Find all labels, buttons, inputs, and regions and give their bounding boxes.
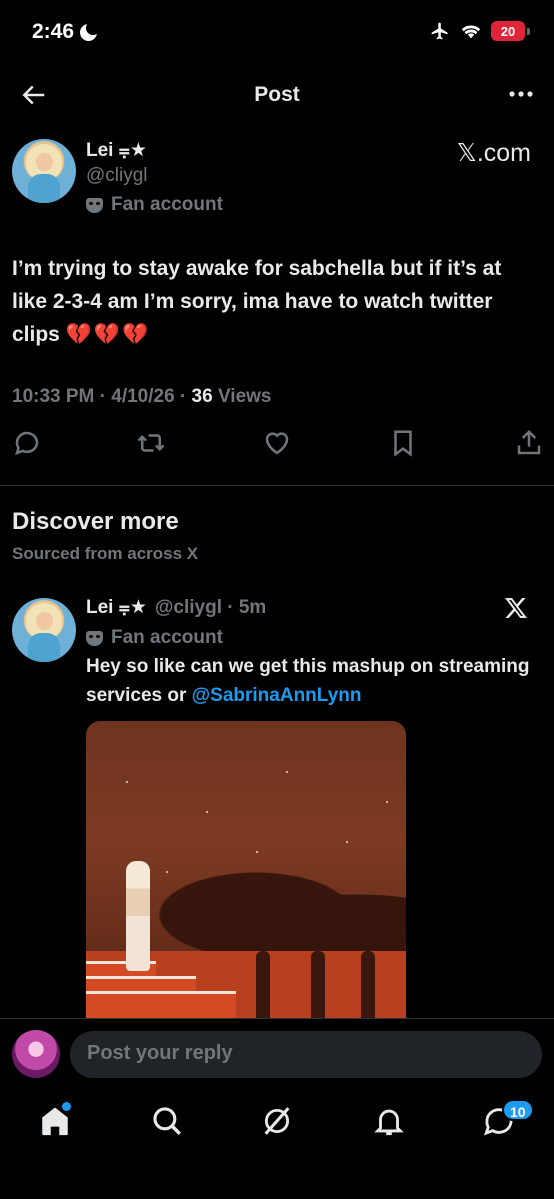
avatar-face xyxy=(36,153,53,171)
tweet2-author-line: Lei ⩦★ @cliygl · 5m xyxy=(86,596,266,619)
bookmark-icon[interactable] xyxy=(388,428,418,458)
video-performer xyxy=(126,861,150,971)
video-dancer xyxy=(256,951,270,1021)
broken-heart-emojis: 💔💔💔 xyxy=(65,323,151,346)
video-dancer xyxy=(311,951,325,1021)
sparkle xyxy=(346,841,348,843)
theater-mask-icon xyxy=(86,197,103,213)
sparkle xyxy=(206,811,208,813)
post-timestamp: 10:33 PM · 4/10/26 · xyxy=(12,386,192,407)
sparkle xyxy=(126,781,128,783)
bottom-nav: 10 xyxy=(0,1090,554,1199)
sparkle xyxy=(386,801,388,803)
tweet2-author-name[interactable]: Lei ⩦★ xyxy=(86,596,147,619)
tweet2-author-handle[interactable]: @cliygl · 5m xyxy=(155,597,266,619)
tweet2-account-label-text: Fan account xyxy=(111,627,223,648)
reply-input[interactable]: Post your reply xyxy=(70,1031,542,1078)
tweet2-account-label: Fan account xyxy=(86,627,223,649)
source-label: 𝕏.com xyxy=(456,139,531,167)
avatar-face xyxy=(36,612,53,630)
account-label: Fan account xyxy=(86,194,223,216)
repost-icon[interactable] xyxy=(136,428,166,458)
tweet2-avatar[interactable] xyxy=(12,598,76,662)
account-label-text: Fan account xyxy=(111,194,223,215)
sparkle xyxy=(286,771,288,773)
wifi-icon xyxy=(461,25,481,39)
avatar-body xyxy=(28,633,60,662)
post-text: I’m trying to stay awake for sabchella b… xyxy=(12,252,532,351)
post-header: Post xyxy=(0,64,554,124)
reply-icon[interactable] xyxy=(12,428,42,458)
status-time: 2:46 xyxy=(32,20,101,44)
page-title: Post xyxy=(254,83,300,106)
reply-bar: Post your reply xyxy=(0,1018,554,1090)
post-actions xyxy=(0,428,554,462)
home-notification-dot xyxy=(62,1102,71,1111)
messages-badge: 10 xyxy=(502,1099,534,1121)
user-avatar[interactable] xyxy=(12,1030,60,1078)
views-label: Views xyxy=(212,386,272,407)
battery-level: 20 xyxy=(491,21,525,41)
discover-subtitle: Sourced from across X xyxy=(12,544,199,563)
x-logo-icon xyxy=(505,598,527,618)
video-dancer xyxy=(361,951,375,1021)
notifications-icon[interactable] xyxy=(372,1104,406,1138)
tweet2-video[interactable] xyxy=(86,721,406,1021)
theater-mask-icon xyxy=(86,630,103,646)
video-stair xyxy=(86,991,236,1021)
author-name[interactable]: Lei ⩦★ xyxy=(86,139,147,162)
author-handle[interactable]: @cliygl xyxy=(86,165,148,187)
search-icon[interactable] xyxy=(150,1104,184,1138)
divider xyxy=(0,485,554,486)
share-icon[interactable] xyxy=(514,428,544,458)
status-bar: 2:46 20 xyxy=(0,0,554,64)
moon-icon xyxy=(80,20,101,41)
like-icon[interactable] xyxy=(262,428,292,458)
tweet2-text: Hey so like can we get this mashup on st… xyxy=(86,652,536,710)
author-avatar[interactable] xyxy=(12,139,76,203)
grok-icon[interactable] xyxy=(260,1104,294,1138)
airplane-icon xyxy=(431,22,448,40)
battery-indicator: 20 xyxy=(491,21,530,41)
views-count[interactable]: 36 xyxy=(192,386,213,407)
more-options-icon[interactable] xyxy=(506,82,536,106)
sparkle xyxy=(256,851,258,853)
mention-link[interactable]: @SabrinaAnnLynn xyxy=(192,685,362,706)
battery-nub xyxy=(527,27,530,35)
clock: 2:46 xyxy=(32,20,75,43)
post-metadata: 10:33 PM · 4/10/26 · 36 Views xyxy=(12,386,272,408)
discover-title: Discover more xyxy=(12,508,179,535)
avatar-body xyxy=(28,174,60,203)
status-icons: 20 xyxy=(429,21,530,41)
